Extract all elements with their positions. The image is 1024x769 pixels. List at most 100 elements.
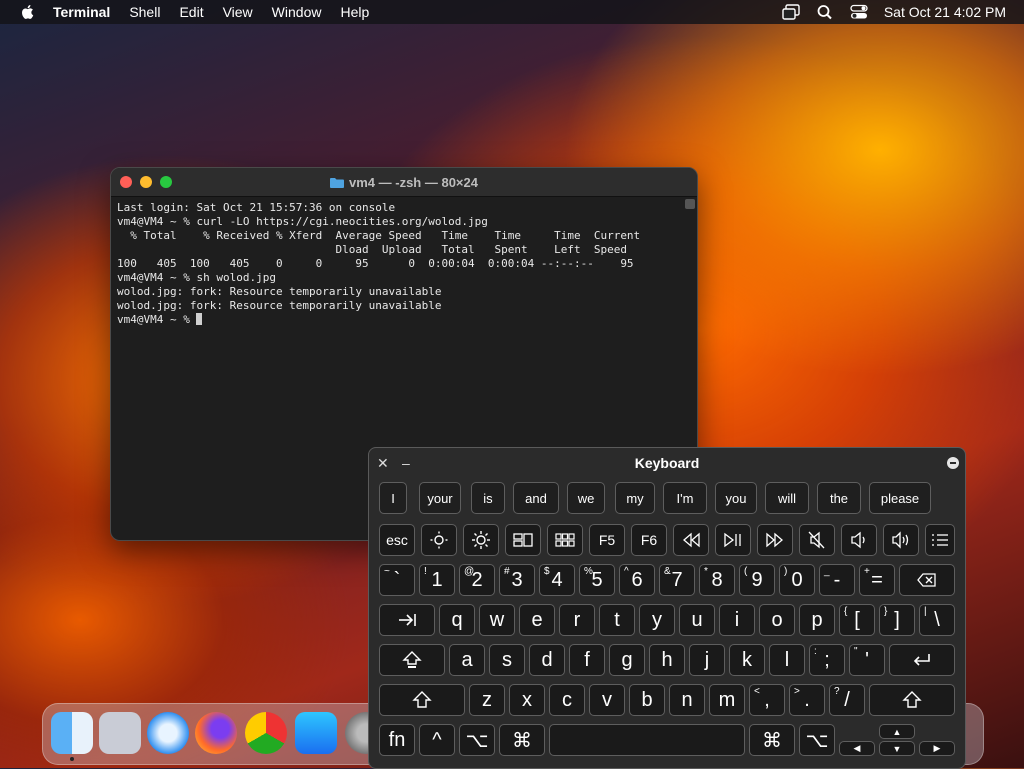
fast-forward-key[interactable] bbox=[757, 524, 793, 556]
control-center-icon[interactable] bbox=[850, 4, 868, 20]
suggestion-key[interactable]: you bbox=[715, 482, 757, 514]
launchpad-key[interactable] bbox=[547, 524, 583, 556]
key-left-bracket[interactable]: {[ bbox=[839, 604, 875, 636]
rewind-key[interactable] bbox=[673, 524, 709, 556]
menu-app-terminal[interactable]: Terminal bbox=[53, 4, 110, 20]
close-button[interactable] bbox=[120, 176, 132, 188]
keyboard-title-bar[interactable]: ✕ – Keyboard bbox=[369, 448, 965, 478]
suggestion-key[interactable]: your bbox=[419, 482, 461, 514]
dock-launchpad[interactable] bbox=[99, 712, 141, 754]
zoom-button[interactable] bbox=[160, 176, 172, 188]
suggestion-key[interactable]: will bbox=[765, 482, 809, 514]
key-m[interactable]: m bbox=[709, 684, 745, 716]
key-a[interactable]: a bbox=[449, 644, 485, 676]
play-pause-key[interactable] bbox=[715, 524, 751, 556]
key-i[interactable]: i bbox=[719, 604, 755, 636]
key-backslash[interactable]: | \ bbox=[919, 604, 955, 636]
key-equals[interactable]: + = bbox=[859, 564, 895, 596]
mute-key[interactable] bbox=[799, 524, 835, 556]
brightness-down-key[interactable] bbox=[421, 524, 457, 556]
dock-firefox[interactable] bbox=[195, 712, 237, 754]
menu-shell[interactable]: Shell bbox=[129, 4, 160, 20]
key-right-bracket[interactable]: }] bbox=[879, 604, 915, 636]
menu-window[interactable]: Window bbox=[272, 4, 322, 20]
keyboard-viewer[interactable]: ✕ – Keyboard I your is and we my I'm you… bbox=[368, 447, 966, 769]
menu-view[interactable]: View bbox=[223, 4, 253, 20]
terminal-title-bar[interactable]: vm4 — -zsh — 80×24 bbox=[111, 168, 697, 197]
close-icon[interactable]: ✕ bbox=[377, 448, 389, 478]
apple-menu-icon[interactable] bbox=[19, 3, 37, 21]
suggestion-key[interactable]: I bbox=[379, 482, 407, 514]
minimize-button[interactable] bbox=[140, 176, 152, 188]
key-period[interactable]: >. bbox=[789, 684, 825, 716]
key-d[interactable]: d bbox=[529, 644, 565, 676]
key-y[interactable]: y bbox=[639, 604, 675, 636]
key-quote[interactable]: " ' bbox=[849, 644, 885, 676]
arrow-right-key[interactable]: ▶ bbox=[919, 741, 955, 756]
list-key[interactable] bbox=[925, 524, 955, 556]
key-comma[interactable]: <, bbox=[749, 684, 785, 716]
f5-key[interactable]: F5 bbox=[589, 524, 625, 556]
suggestion-key[interactable]: please bbox=[869, 482, 931, 514]
right-command-key[interactable]: ⌘ bbox=[749, 724, 795, 756]
key-t[interactable]: t bbox=[599, 604, 635, 636]
key-g[interactable]: g bbox=[609, 644, 645, 676]
key-u[interactable]: u bbox=[679, 604, 715, 636]
control-key[interactable]: ^ bbox=[419, 724, 455, 756]
delete-key[interactable] bbox=[899, 564, 955, 596]
key-h[interactable]: h bbox=[649, 644, 685, 676]
key-s[interactable]: s bbox=[489, 644, 525, 676]
key-4[interactable]: $4 bbox=[539, 564, 575, 596]
suggestion-key[interactable]: and bbox=[513, 482, 559, 514]
volume-down-key[interactable] bbox=[841, 524, 877, 556]
key-0[interactable]: ) 0 bbox=[779, 564, 815, 596]
key-l[interactable]: l bbox=[769, 644, 805, 676]
f6-key[interactable]: F6 bbox=[631, 524, 667, 556]
search-icon[interactable] bbox=[816, 4, 834, 20]
key-2[interactable]: @2 bbox=[459, 564, 495, 596]
key-6[interactable]: ^ 6 bbox=[619, 564, 655, 596]
key-e[interactable]: e bbox=[519, 604, 555, 636]
key-b[interactable]: b bbox=[629, 684, 665, 716]
menu-edit[interactable]: Edit bbox=[179, 4, 203, 20]
suggestion-key[interactable]: we bbox=[567, 482, 605, 514]
tab-key[interactable] bbox=[379, 604, 435, 636]
key-r[interactable]: r bbox=[559, 604, 595, 636]
space-bar[interactable] bbox=[549, 724, 745, 756]
left-command-key[interactable]: ⌘ bbox=[499, 724, 545, 756]
more-options-icon[interactable] bbox=[947, 457, 959, 469]
minimize-icon[interactable]: – bbox=[402, 448, 410, 478]
arrow-down-key[interactable]: ▼ bbox=[879, 741, 915, 756]
dock-safari[interactable] bbox=[147, 712, 189, 754]
key-5[interactable]: % 5 bbox=[579, 564, 615, 596]
suggestion-key[interactable]: my bbox=[615, 482, 655, 514]
key-n[interactable]: n bbox=[669, 684, 705, 716]
key-3[interactable]: #3 bbox=[499, 564, 535, 596]
key-c[interactable]: c bbox=[549, 684, 585, 716]
suggestion-key[interactable]: I'm bbox=[663, 482, 707, 514]
key-j[interactable]: j bbox=[689, 644, 725, 676]
key-p[interactable]: p bbox=[799, 604, 835, 636]
key-8[interactable]: * 8 bbox=[699, 564, 735, 596]
fn-key[interactable]: fn bbox=[379, 724, 415, 756]
key-o[interactable]: o bbox=[759, 604, 795, 636]
key-1[interactable]: ! 1 bbox=[419, 564, 455, 596]
arrow-left-key[interactable]: ◀ bbox=[839, 741, 875, 756]
key-7[interactable]: & 7 bbox=[659, 564, 695, 596]
brightness-up-key[interactable] bbox=[463, 524, 499, 556]
key-semicolon[interactable]: :; bbox=[809, 644, 845, 676]
arrow-up-key[interactable]: ▲ bbox=[879, 724, 915, 739]
volume-up-key[interactable] bbox=[883, 524, 919, 556]
right-option-key[interactable]: ⌥ bbox=[799, 724, 835, 756]
key-backtick[interactable]: ~ ` bbox=[379, 564, 415, 596]
key-9[interactable]: (9 bbox=[739, 564, 775, 596]
menu-help[interactable]: Help bbox=[340, 4, 369, 20]
key-z[interactable]: z bbox=[469, 684, 505, 716]
key-x[interactable]: x bbox=[509, 684, 545, 716]
menu-clock[interactable]: Sat Oct 21 4:02 PM bbox=[884, 4, 1006, 20]
key-v[interactable]: v bbox=[589, 684, 625, 716]
right-shift-key[interactable] bbox=[869, 684, 955, 716]
esc-key[interactable]: esc bbox=[379, 524, 415, 556]
dock-app-store[interactable] bbox=[295, 712, 337, 754]
dock-finder[interactable] bbox=[51, 712, 93, 754]
